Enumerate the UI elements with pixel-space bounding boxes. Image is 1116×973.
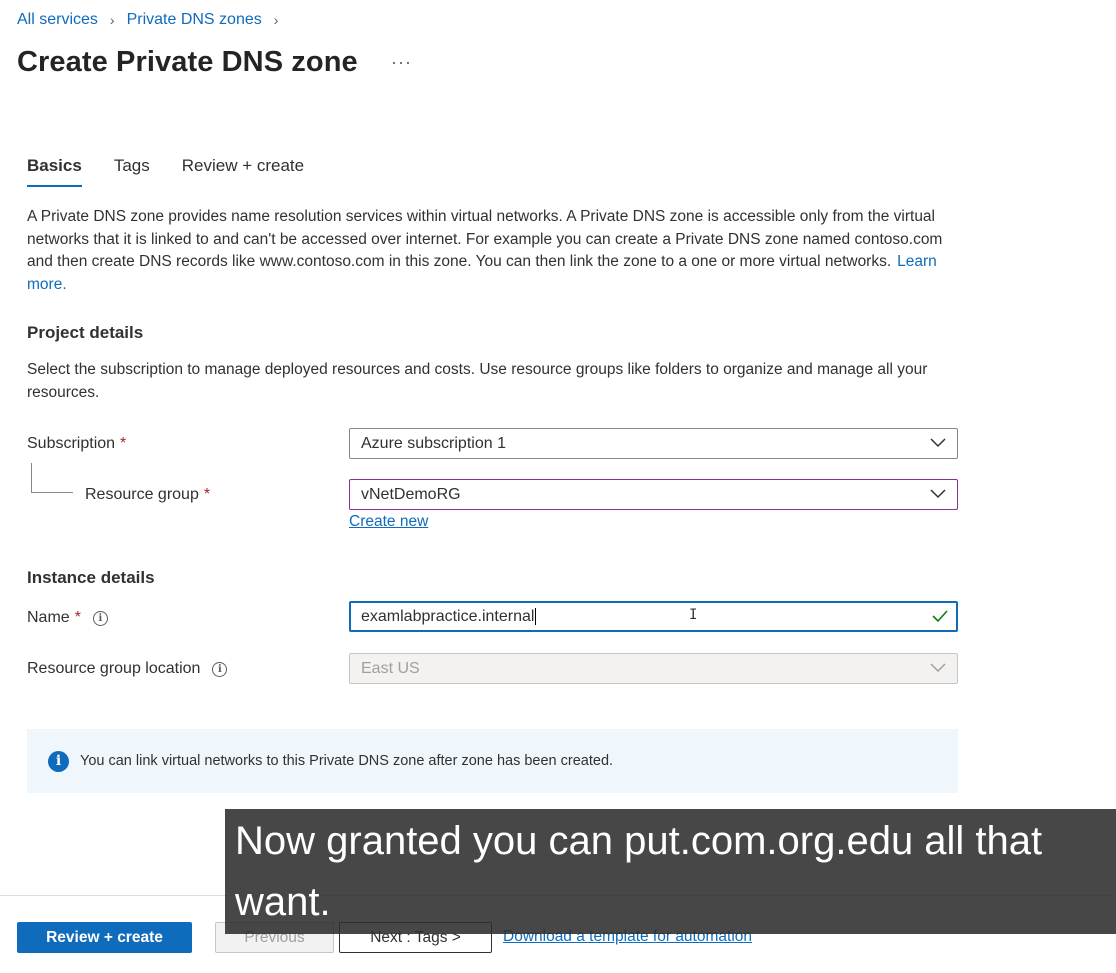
info-icon: i [48,750,69,772]
description-text: A Private DNS zone provides name resolut… [27,208,943,270]
location-label-text: Resource group location [27,660,201,677]
review-create-button[interactable]: Review + create [17,922,192,953]
subscription-label-text: Subscription [27,435,116,452]
checkmark-icon [932,610,948,623]
chevron-down-icon [930,663,946,673]
location-select: East US [349,653,958,684]
name-input[interactable]: examlabpractice.internal I [349,601,958,632]
info-icon[interactable]: i [92,610,108,626]
subscription-select[interactable]: Azure subscription 1 [349,428,958,459]
required-mark: * [203,486,211,503]
name-label-text: Name [27,609,70,626]
chevron-down-icon [930,438,946,448]
project-details-heading: Project details [27,323,144,342]
text-caret [535,608,537,625]
page-title: Create Private DNS zone [17,46,358,78]
location-value: East US [361,659,420,677]
chevron-right-icon: › [109,12,115,28]
resource-group-select[interactable]: vNetDemoRG [349,479,958,510]
ibeam-cursor-icon: I [689,607,698,623]
resource-group-value: vNetDemoRG [361,485,461,503]
chevron-right-icon: › [273,12,279,28]
chevron-down-icon [930,489,946,499]
subscription-value: Azure subscription 1 [361,434,506,452]
subscription-label: Subscription * [27,435,126,453]
name-label: Name * i [27,609,108,627]
tab-list: Basics Tags Review + create [27,156,336,187]
breadcrumb: All services › Private DNS zones › [17,11,290,29]
resource-group-label: Resource group * [85,486,210,504]
info-banner-text: You can link virtual networks to this Pr… [80,753,614,769]
required-mark: * [74,609,81,626]
instance-details-heading: Instance details [27,568,155,587]
name-value: examlabpractice.internal [361,607,535,625]
create-new-link[interactable]: Create new [349,513,428,531]
tree-connector [31,463,73,493]
more-icon[interactable]: ··· [391,52,412,73]
info-banner: i You can link virtual networks to this … [27,729,958,793]
info-icon[interactable]: i [212,661,228,677]
resource-group-label-text: Resource group [85,486,199,503]
description: A Private DNS zone provides name resolut… [27,206,962,296]
breadcrumb-all-services[interactable]: All services [17,11,98,29]
video-caption: Now granted you can put.com.org.edu all … [225,809,1116,934]
location-label: Resource group location i [27,660,228,678]
tab-basics[interactable]: Basics [27,156,82,187]
breadcrumb-private-dns-zones[interactable]: Private DNS zones [127,11,262,29]
required-mark: * [120,435,127,452]
tab-review-create[interactable]: Review + create [182,156,304,187]
tab-tags[interactable]: Tags [114,156,150,187]
project-details-description: Select the subscription to manage deploy… [27,361,928,401]
